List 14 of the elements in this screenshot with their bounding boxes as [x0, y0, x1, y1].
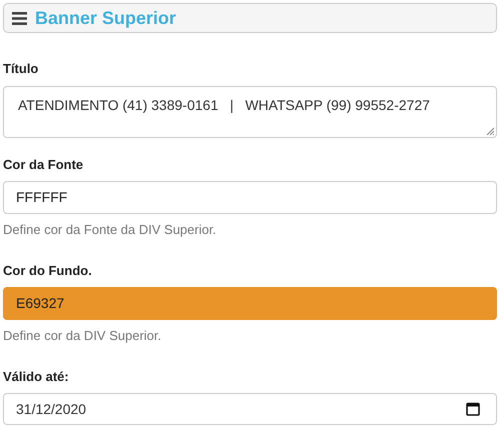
field-label: Válido até:	[3, 368, 70, 386]
input-field[interactable]: E69327	[3, 287, 497, 320]
text-area[interactable]: ATENDIMENTO (41) 3389-0161 | WHATSAPP (99) 99552-2727	[3, 86, 497, 138]
field-label: Cor da Fonte	[3, 156, 84, 174]
calendar-icon[interactable]	[466, 402, 480, 416]
help-text: Define cor da Fonte da DIV Superior.	[3, 221, 218, 239]
menu-icon[interactable]	[12, 12, 27, 24]
input-field[interactable]: FFFFFF	[3, 181, 497, 214]
resize-handle-icon[interactable]	[486, 126, 494, 134]
date-field[interactable]: 31/12/2020	[3, 393, 497, 425]
section-title: Banner Superior	[35, 6, 176, 30]
field-label: Cor do Fundo.	[3, 262, 93, 280]
field-label: Título	[3, 60, 40, 78]
help-text: Define cor da DIV Superior.	[3, 327, 162, 345]
